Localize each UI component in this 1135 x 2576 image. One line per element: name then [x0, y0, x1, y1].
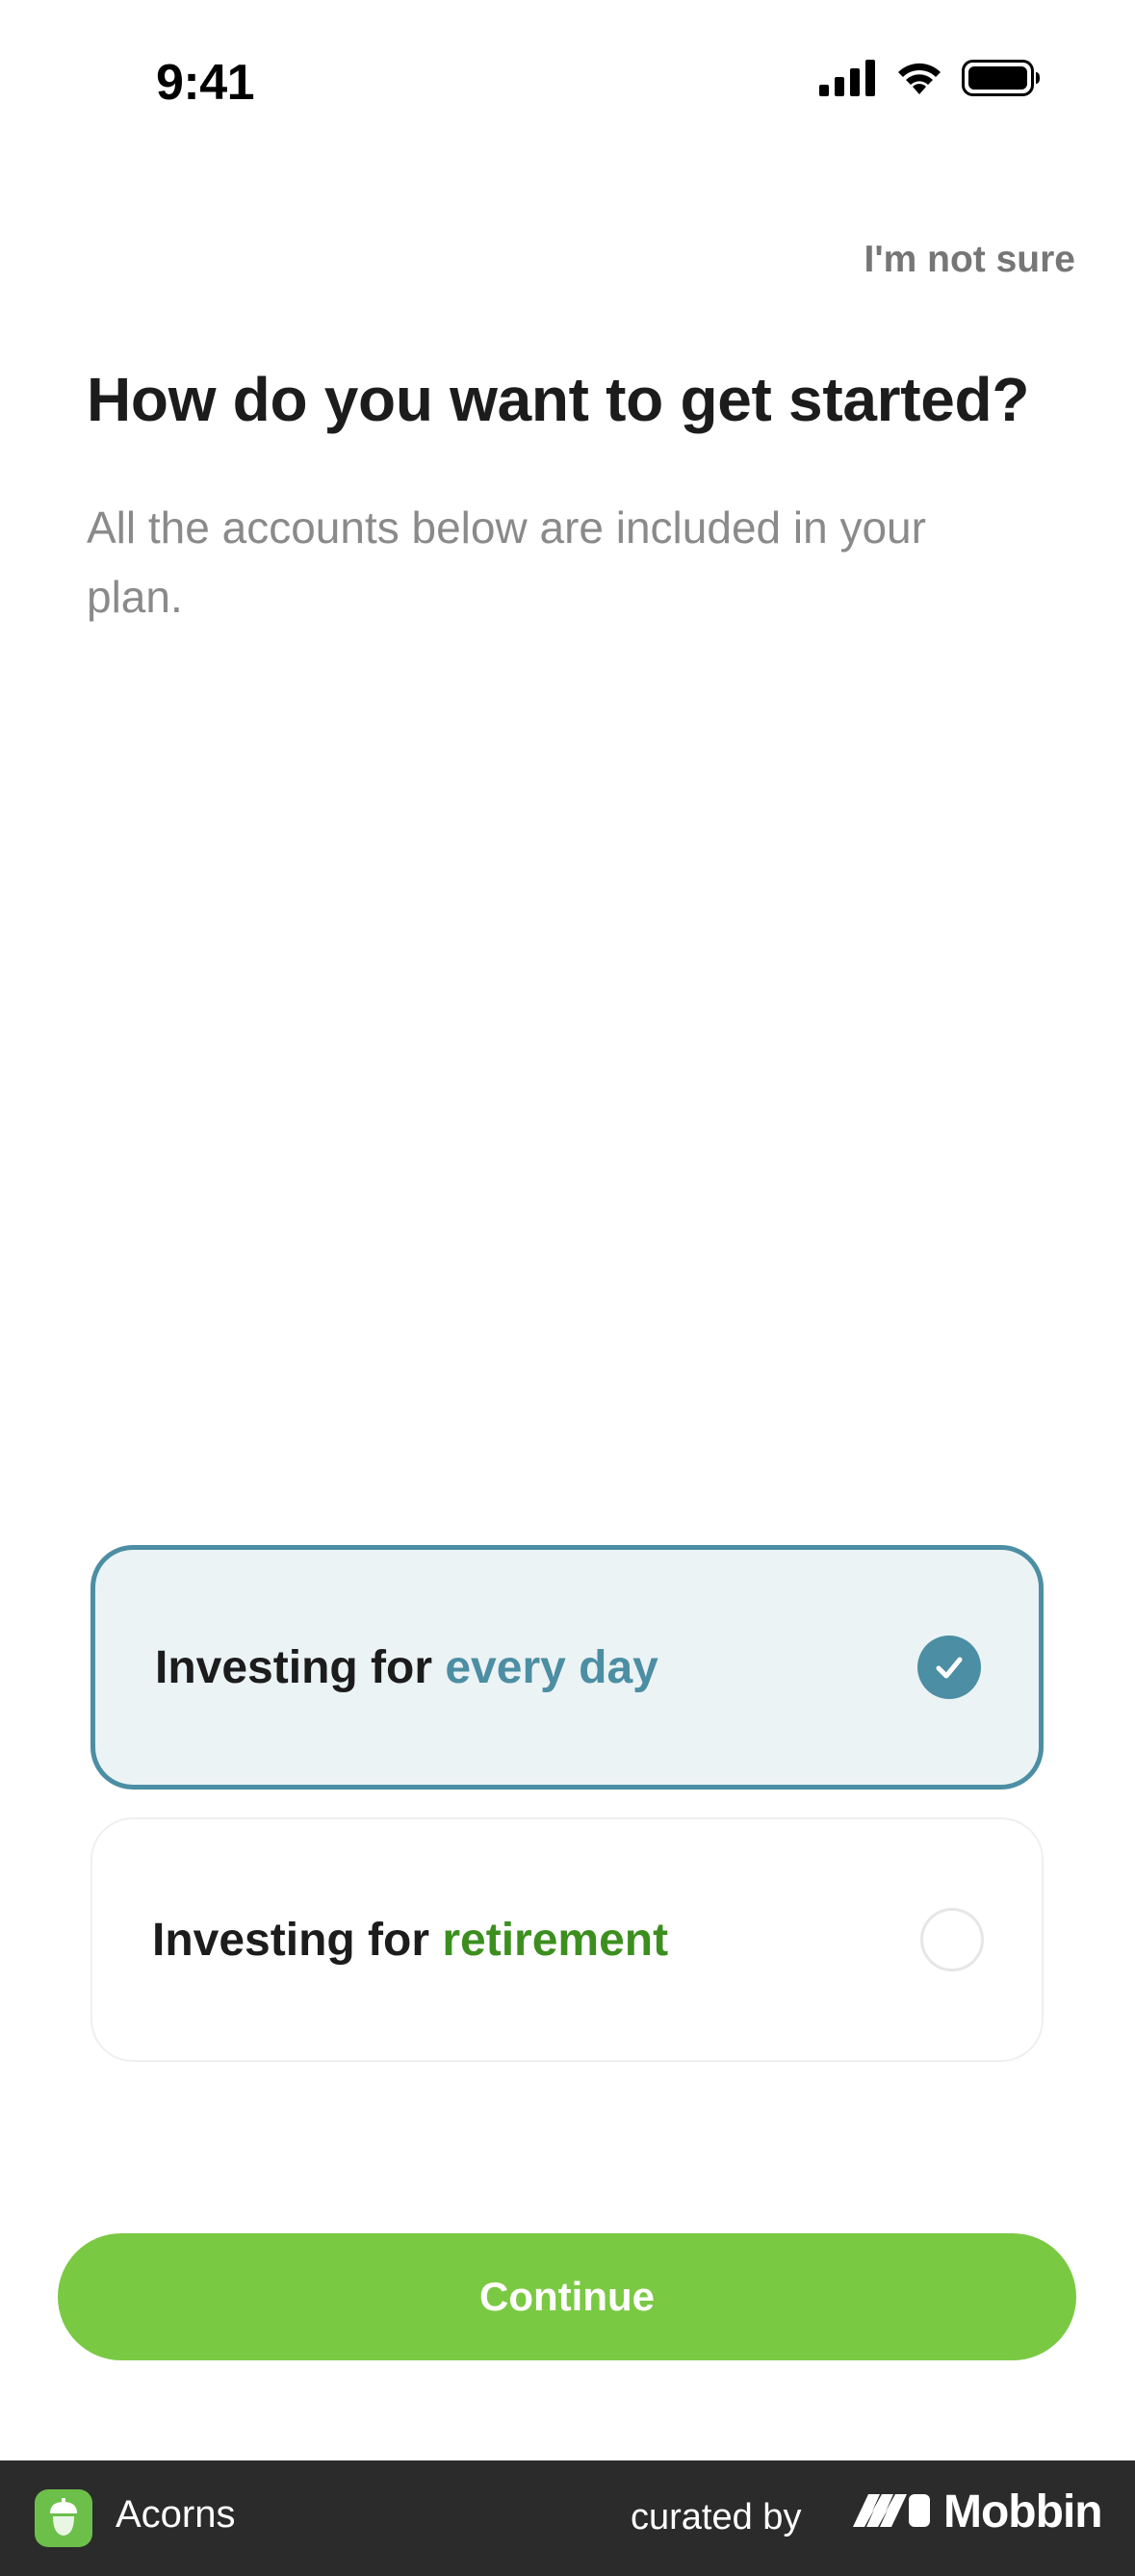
option-label: Investing for every day	[155, 1641, 658, 1694]
page-subtitle: All the accounts below are included in y…	[87, 502, 926, 622]
cellular-signal-icon	[819, 60, 877, 101]
footer-curated-by: curated by	[631, 2497, 802, 2537]
footer-brand: Mobbin	[851, 2486, 1103, 2538]
status-icons	[819, 60, 1041, 101]
checkmark-icon	[917, 1636, 981, 1699]
page-title: How do you want to get started?	[87, 365, 1030, 434]
mobbin-logo-icon	[851, 2490, 932, 2534]
option-label-prefix: Investing for	[152, 1914, 443, 1966]
option-label: Investing for retirement	[152, 1914, 668, 1967]
status-time: 9:41	[156, 55, 255, 111]
footer-brand-name: Mobbin	[943, 2486, 1103, 2537]
radio-empty-icon	[920, 1908, 984, 1971]
option-label-prefix: Investing for	[155, 1641, 446, 1693]
option-retirement-investing[interactable]: Investing for retirement	[90, 1817, 1044, 2062]
wifi-icon	[894, 60, 944, 101]
status-bar: 9:41	[0, 0, 1135, 164]
option-everyday-investing[interactable]: Investing for every day	[90, 1545, 1044, 1790]
footer-app-name: Acorns	[116, 2493, 236, 2536]
battery-icon	[962, 60, 1041, 101]
continue-button[interactable]: Continue	[58, 2233, 1076, 2360]
footer-bar: Acorns curated by Mobbin	[0, 2460, 1135, 2576]
not-sure-link[interactable]: I'm not sure	[864, 239, 1075, 281]
acorn-icon	[35, 2489, 92, 2547]
option-label-highlight: retirement	[442, 1914, 669, 1966]
option-label-highlight: every day	[445, 1641, 658, 1693]
